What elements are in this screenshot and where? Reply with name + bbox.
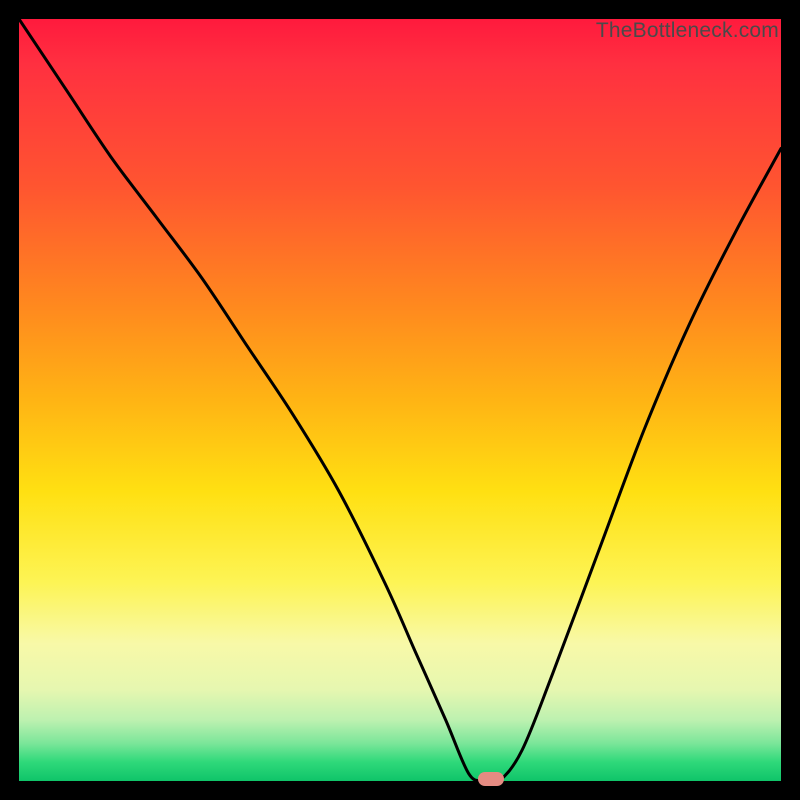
optimal-marker bbox=[478, 772, 504, 786]
plot-area: TheBottleneck.com bbox=[19, 19, 781, 781]
chart-frame: TheBottleneck.com bbox=[0, 0, 800, 800]
bottleneck-curve bbox=[19, 19, 781, 781]
